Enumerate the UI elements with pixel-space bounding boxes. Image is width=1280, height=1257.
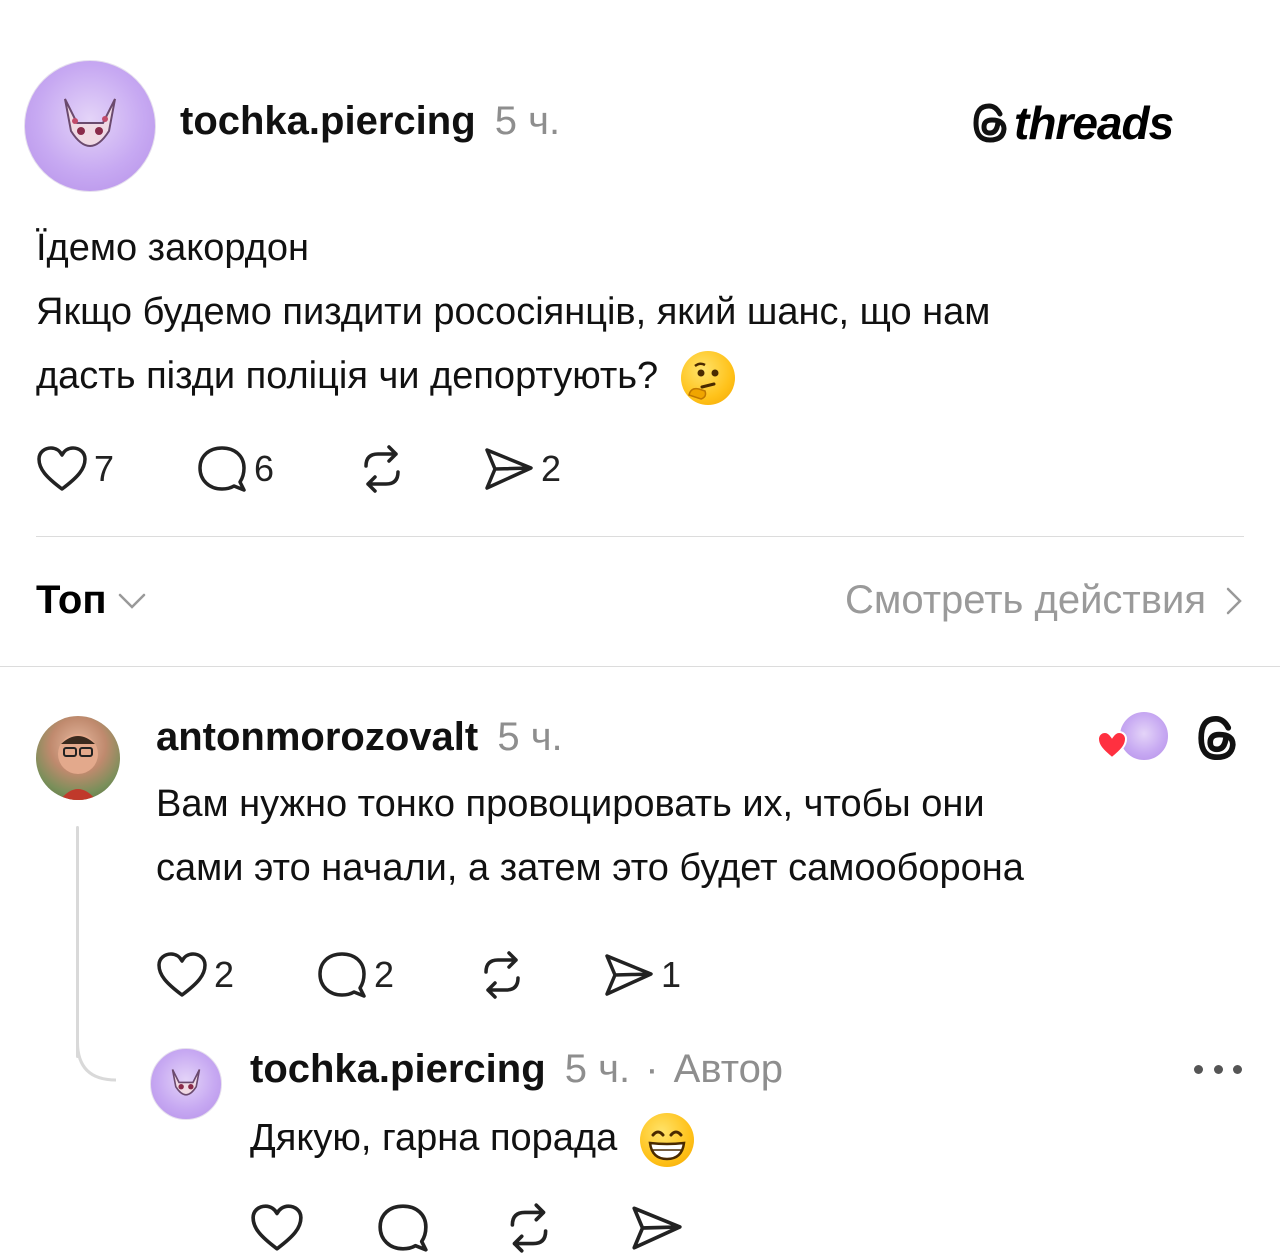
comment-icon xyxy=(318,952,366,998)
threads-logo-icon[interactable] xyxy=(1192,712,1242,764)
author-badge: Автор xyxy=(673,1047,784,1091)
thinking-face-icon xyxy=(680,350,735,405)
sort-label: Топ xyxy=(36,578,107,622)
thread-connector-curve xyxy=(76,1042,117,1082)
sphynx-cat-logo-icon xyxy=(171,1069,201,1096)
more-options-button[interactable] xyxy=(1194,1062,1242,1076)
nested-reply-text: Дякую, гарна порада xyxy=(250,1117,618,1159)
repost-button[interactable] xyxy=(476,950,601,1000)
nested-reply-actions xyxy=(250,1202,708,1254)
like-count: 7 xyxy=(94,448,115,489)
post-text-line: Якщо будемо пиздити рососіянців, який ша… xyxy=(36,291,991,333)
thread-connector-line xyxy=(76,826,79,1058)
reply-actions: 2 2 1 xyxy=(156,950,721,1000)
sort-divider xyxy=(0,666,1280,667)
like-button[interactable]: 7 xyxy=(36,445,196,493)
repost-button[interactable] xyxy=(356,444,481,494)
reply-header: antonmorozovalt 5 ч. xyxy=(156,712,563,762)
post-author-avatar[interactable] xyxy=(24,60,156,192)
share-button[interactable] xyxy=(628,1202,708,1254)
post-header: tochka.piercing 5 ч. xyxy=(180,96,560,146)
share-button[interactable]: 2 xyxy=(481,444,601,494)
grinning-face-icon xyxy=(639,1112,694,1167)
post-time: 5 ч. xyxy=(494,99,561,143)
reply-time: 5 ч. xyxy=(497,715,563,759)
post-divider xyxy=(36,536,1244,537)
send-icon xyxy=(632,1206,682,1250)
send-icon xyxy=(605,954,653,996)
repost-button[interactable] xyxy=(502,1202,628,1254)
repost-icon xyxy=(364,445,400,493)
send-icon xyxy=(485,448,533,490)
nested-reply-username[interactable]: tochka.piercing xyxy=(250,1047,546,1091)
heart-icon xyxy=(37,446,87,491)
post-text-line-emoji: дасть пізди поліція чи депортують? xyxy=(36,344,1256,408)
user-photo-icon xyxy=(58,734,98,800)
comment-icon xyxy=(378,1204,428,1252)
like-count: 2 xyxy=(214,954,235,995)
post-username[interactable]: tochka.piercing xyxy=(180,99,476,143)
share-count: 2 xyxy=(541,448,562,489)
comment-count: 6 xyxy=(254,448,275,489)
nested-reply-time: 5 ч. xyxy=(564,1047,631,1091)
reply-username[interactable]: antonmorozovalt xyxy=(156,715,478,759)
nested-reply-avatar[interactable] xyxy=(150,1048,222,1120)
more-dot-icon xyxy=(1194,1064,1203,1074)
nested-reply-body: Дякую, гарна порада xyxy=(250,1106,694,1170)
comment-button[interactable] xyxy=(376,1202,502,1254)
like-button[interactable]: 2 xyxy=(156,951,316,999)
view-activity-label: Смотреть действия xyxy=(844,578,1206,622)
share-count: 1 xyxy=(661,954,682,995)
heart-icon xyxy=(251,1204,303,1251)
comment-count: 2 xyxy=(374,954,395,995)
chevron-down-icon xyxy=(118,593,145,609)
post-text-line: Їдемо закордон xyxy=(36,227,309,269)
nested-reply-header: tochka.piercing 5 ч. · Автор xyxy=(250,1044,783,1094)
heart-filled-icon xyxy=(1096,730,1128,760)
share-button[interactable]: 1 xyxy=(601,950,721,1000)
chevron-right-icon xyxy=(1226,587,1242,614)
post-text-line: дасть пізди поліція чи депортують? xyxy=(36,355,659,397)
post-actions: 7 6 2 xyxy=(36,444,601,494)
comment-icon xyxy=(198,446,246,492)
reply-body: Вам нужно тонко провоцировать их, чтобы … xyxy=(156,772,1256,900)
comment-button[interactable]: 2 xyxy=(316,950,476,1000)
view-activity-link[interactable]: Смотреть действия xyxy=(845,578,1244,623)
reply-text-line: Вам нужно тонко провоцировать их, чтобы … xyxy=(156,783,985,825)
threads-brand[interactable]: threads xyxy=(970,96,1174,150)
heart-icon xyxy=(157,952,207,997)
repost-icon xyxy=(484,951,520,999)
like-button[interactable] xyxy=(250,1203,376,1253)
liked-by-author-indicator xyxy=(1096,710,1170,762)
sort-dropdown[interactable]: Топ xyxy=(36,578,147,623)
threads-wordmark: threads xyxy=(1014,97,1174,149)
more-dot-icon xyxy=(1213,1064,1223,1074)
header-separator: · xyxy=(645,1047,659,1091)
reply-text-line: сами это начали, а затем это будет самоо… xyxy=(156,847,1024,889)
repost-icon xyxy=(510,1203,548,1253)
more-dot-icon xyxy=(1233,1064,1242,1074)
reply-author-avatar[interactable] xyxy=(36,716,120,800)
post-body: Їдемо закордон Якщо будемо пиздити росос… xyxy=(36,216,1256,408)
comment-button[interactable]: 6 xyxy=(196,444,356,494)
threads-logo-icon xyxy=(973,103,1007,143)
sphynx-cat-logo-icon xyxy=(64,98,116,147)
